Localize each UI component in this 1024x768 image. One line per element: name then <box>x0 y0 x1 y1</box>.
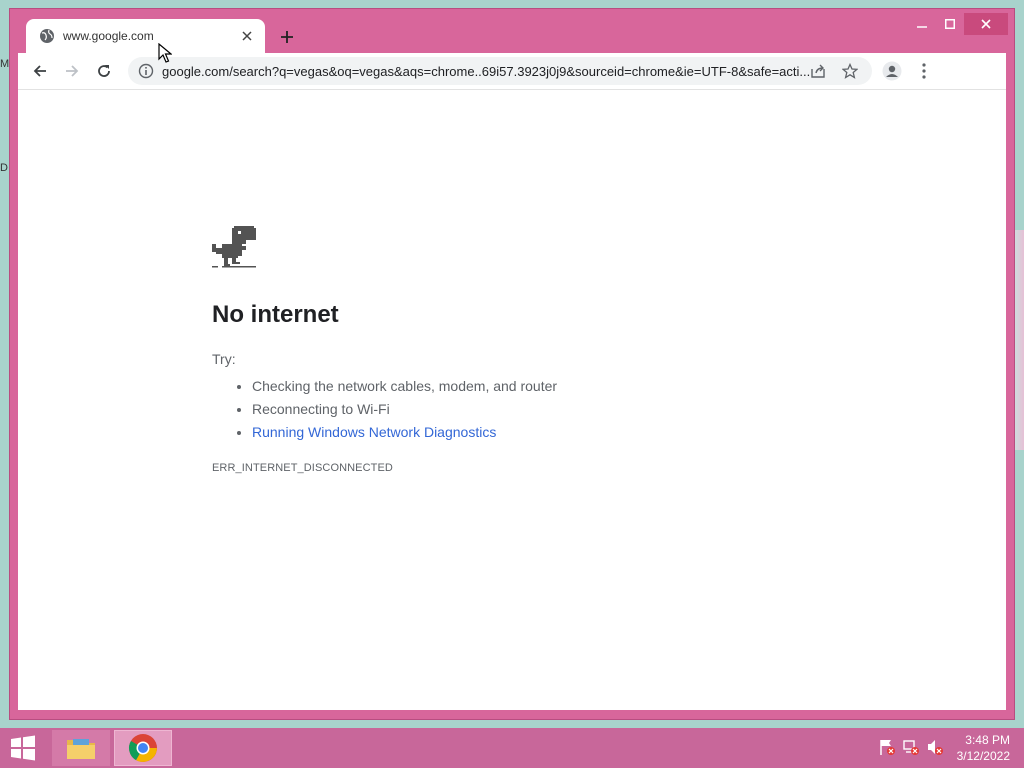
globe-icon <box>40 29 54 43</box>
action-center-flag-icon[interactable] <box>878 738 896 756</box>
tab-title: www.google.com <box>63 29 154 43</box>
close-window-button[interactable] <box>964 13 1008 35</box>
list-item: Reconnecting to Wi-Fi <box>252 398 812 421</box>
desktop-icon-fragment: D <box>0 162 8 174</box>
clock-date: 3/12/2022 <box>956 749 1010 763</box>
start-button[interactable] <box>8 734 38 762</box>
dinosaur-icon <box>212 226 256 268</box>
chrome-icon <box>128 734 157 762</box>
maximize-button[interactable] <box>936 13 964 35</box>
kebab-menu-icon <box>922 63 926 79</box>
desktop-icon-fragment: M <box>0 58 10 70</box>
list-item: Running Windows Network Diagnostics <box>252 421 812 444</box>
reload-icon <box>98 65 110 77</box>
try-label: Try: <box>212 351 236 367</box>
close-icon <box>981 19 991 29</box>
back-button[interactable] <box>24 55 56 87</box>
profile-button[interactable] <box>876 55 908 87</box>
minimize-icon <box>917 26 927 28</box>
close-icon <box>242 31 252 41</box>
address-bar[interactable]: google.com/search?q=vegas&oq=vegas&aqs=c… <box>128 57 872 85</box>
error-panel: No internet Try: Checking the network ca… <box>212 226 812 474</box>
arrow-left-icon <box>33 65 46 77</box>
bookmark-button[interactable] <box>834 57 866 85</box>
browser-tab-active[interactable]: www.google.com <box>26 19 265 53</box>
window-controls <box>908 13 1008 37</box>
reload-button[interactable] <box>88 55 120 87</box>
system-tray <box>878 738 944 756</box>
arrow-right-icon <box>66 65 79 77</box>
star-icon <box>842 63 858 79</box>
browser-menu-button[interactable] <box>908 55 940 87</box>
list-item: Checking the network cables, modem, and … <box>252 375 812 398</box>
volume-muted-icon[interactable] <box>926 738 944 756</box>
url-text[interactable]: google.com/search?q=vegas&oq=vegas&aqs=c… <box>162 64 862 79</box>
forward-button[interactable] <box>56 55 88 87</box>
new-tab-button[interactable] <box>275 25 299 49</box>
page-title: No internet <box>212 301 339 328</box>
browser-window: www.google.com google.com/search?q=vegas… <box>10 9 1014 719</box>
network-disconnected-icon[interactable] <box>902 738 920 756</box>
taskbar: 3:48 PM 3/12/2022 <box>0 728 1024 768</box>
address-bar-actions <box>802 57 866 85</box>
error-code: ERR_INTERNET_DISCONNECTED <box>212 462 393 474</box>
folder-icon <box>67 739 95 759</box>
taskbar-chrome[interactable] <box>114 730 172 766</box>
avatar-icon <box>882 61 902 81</box>
tab-close-button[interactable] <box>239 28 255 44</box>
suggestions-list: Checking the network cables, modem, and … <box>212 375 812 444</box>
info-icon[interactable] <box>138 63 154 79</box>
minimize-button[interactable] <box>908 13 936 35</box>
taskbar-clock[interactable]: 3:48 PM 3/12/2022 <box>957 732 1010 764</box>
share-icon <box>811 64 825 78</box>
page-content: No internet Try: Checking the network ca… <box>18 90 1006 710</box>
clock-time: 3:48 PM <box>965 733 1010 747</box>
share-button[interactable] <box>802 57 834 85</box>
maximize-icon <box>945 19 955 29</box>
plus-icon <box>281 31 293 43</box>
diagnostics-link[interactable]: Running Windows Network Diagnostics <box>252 424 496 440</box>
mouse-cursor-icon <box>158 43 172 63</box>
taskbar-file-explorer[interactable] <box>52 730 110 766</box>
windows-logo-icon <box>11 735 35 761</box>
